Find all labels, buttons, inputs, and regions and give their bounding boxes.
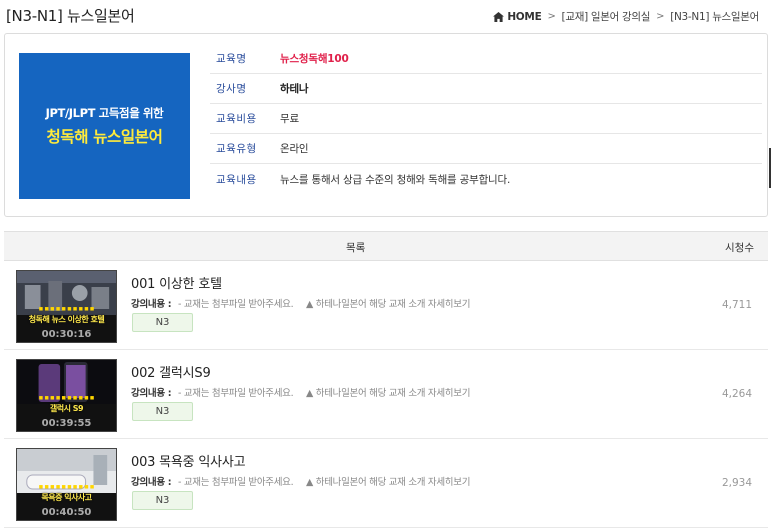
instructor-value: 하테나 (280, 83, 309, 95)
thumbnail-subcaption-bar: ■ ■ ■ ■ ■ ■ ■ ■ ■ ■ (38, 396, 95, 401)
lecture-description: 강의내용 : - 교재는 첨부파일 받아주세요. ▲ 하테나일본어 해당 교재 … (131, 385, 470, 399)
lecture-title[interactable]: 001 이상한 호텔 (131, 273, 222, 292)
lecture-title[interactable]: 002 갤럭시S9 (131, 362, 211, 381)
thumbnail-duration: 00:39:55 (41, 418, 92, 429)
list-header-views: 시청수 (725, 242, 754, 254)
info-row-instructor: 강사명 하테나 (210, 74, 762, 104)
description-label: 강의내용 : (131, 299, 172, 310)
course-image-line2: 청독해 뉴스일본어 (46, 128, 163, 146)
breadcrumb-item-current[interactable]: [N3-N1] 뉴스일본어 (670, 9, 759, 24)
thumbnail-subcaption-bar: ■ ■ ■ ■ ■ ■ ■ ■ ■ ■ (38, 307, 95, 312)
scrollbar-mark[interactable] (769, 148, 771, 188)
lecture-row[interactable]: ■ ■ ■ ■ ■ ■ ■ ■ ■ ■ 목욕중 익사사고 00:40:50 00… (4, 439, 768, 528)
breadcrumb-item-category[interactable]: [교재] 일본어 강의실 (562, 9, 651, 24)
cost-value: 무료 (280, 113, 299, 125)
info-row-type: 교육유형 온라인 (210, 134, 762, 164)
chevron-right-icon: > (547, 11, 556, 22)
view-count: 4,264 (721, 388, 752, 400)
description-text: - 교재는 첨부파일 받아주세요. (178, 388, 294, 399)
lecture-description: 강의내용 : - 교재는 첨부파일 받아주세요. ▲ 하테나일본어 해당 교재 … (131, 296, 470, 310)
thumbnail-duration: 00:30:16 (41, 329, 92, 340)
lecture-thumbnail[interactable]: ■ ■ ■ ■ ■ ■ ■ ■ ■ ■ 갤럭시 S9 00:39:55 (16, 359, 117, 432)
info-label: 교육명 (216, 53, 247, 65)
lecture-thumbnail[interactable]: ■ ■ ■ ■ ■ ■ ■ ■ ■ ■ 청독해 뉴스 이상한 호텔 00:30:… (16, 270, 117, 343)
lecture-title[interactable]: 003 목욕중 익사사고 (131, 451, 246, 470)
type-value: 온라인 (280, 143, 309, 155)
level-tag: N3 (132, 402, 193, 421)
breadcrumb-home[interactable]: HOME (493, 10, 542, 23)
info-label: 교육내용 (216, 173, 257, 186)
page-title: [N3-N1] 뉴스일본어 (6, 7, 135, 25)
lecture-description: 강의내용 : - 교재는 첨부파일 받아주세요. ▲ 하테나일본어 해당 교재 … (131, 474, 470, 488)
info-row-content: 교육내용 뉴스를 통해서 상급 수준의 청해와 독해를 공부합니다. (210, 164, 762, 194)
content-value: 뉴스를 통해서 상급 수준의 청해와 독해를 공부합니다. (280, 173, 511, 186)
lecture-row[interactable]: ■ ■ ■ ■ ■ ■ ■ ■ ■ ■ 청독해 뉴스 이상한 호텔 00:30:… (4, 261, 768, 350)
info-row-course-name: 교육명 뉴스청독해100 (210, 44, 762, 74)
chevron-right-icon: > (656, 11, 665, 22)
info-label: 강사명 (216, 83, 247, 95)
textbook-info-link[interactable]: ▲ 하테나일본어 해당 교재 소개 자세히보기 (306, 477, 470, 488)
course-name-value: 뉴스청독해100 (280, 53, 349, 65)
breadcrumb-home-label: HOME (507, 10, 542, 23)
level-tag: N3 (132, 491, 193, 510)
thumbnail-caption: 목욕중 익사사고 (41, 493, 92, 502)
thumbnail-subcaption-bar: ■ ■ ■ ■ ■ ■ ■ ■ ■ ■ (38, 485, 95, 490)
course-image-line1: JPT/JLPT 고득점을 위한 (45, 106, 164, 120)
level-tag: N3 (132, 313, 193, 332)
thumbnail-caption: 청독해 뉴스 이상한 호텔 (28, 315, 105, 324)
textbook-info-link[interactable]: ▲ 하테나일본어 해당 교재 소개 자세히보기 (306, 388, 470, 399)
course-info-table: 교육명 뉴스청독해100 강사명 하테나 교육비용 무료 교육유형 온라인 교육… (210, 44, 762, 194)
description-label: 강의내용 : (131, 477, 172, 488)
breadcrumb: HOME > [교재] 일본어 강의실 > [N3-N1] 뉴스일본어 (493, 9, 759, 24)
lecture-row[interactable]: ■ ■ ■ ■ ■ ■ ■ ■ ■ ■ 갤럭시 S9 00:39:55 002 … (4, 350, 768, 439)
top-bar: [N3-N1] 뉴스일본어 HOME > [교재] 일본어 강의실 > [N3-… (0, 0, 773, 30)
thumbnail-caption: 갤럭시 S9 (49, 404, 84, 413)
description-label: 강의내용 : (131, 388, 172, 399)
thumbnail-duration: 00:40:50 (41, 507, 92, 518)
course-image: JPT/JLPT 고득점을 위한 청독해 뉴스일본어 (19, 53, 190, 199)
home-icon (493, 11, 505, 22)
info-label: 교육비용 (216, 113, 257, 125)
lecture-thumbnail[interactable]: ■ ■ ■ ■ ■ ■ ■ ■ ■ ■ 목욕중 익사사고 00:40:50 (16, 448, 117, 521)
course-info-box: JPT/JLPT 고득점을 위한 청독해 뉴스일본어 교육명 뉴스청독해100 … (4, 33, 768, 217)
view-count: 2,934 (721, 477, 752, 489)
list-header: 목록 시청수 (4, 231, 768, 261)
info-label: 교육유형 (216, 143, 257, 155)
description-text: - 교재는 첨부파일 받아주세요. (178, 477, 294, 488)
view-count: 4,711 (721, 299, 752, 311)
list-header-title: 목록 (346, 242, 366, 254)
info-row-cost: 교육비용 무료 (210, 104, 762, 134)
textbook-info-link[interactable]: ▲ 하테나일본어 해당 교재 소개 자세히보기 (306, 299, 470, 310)
description-text: - 교재는 첨부파일 받아주세요. (178, 299, 294, 310)
